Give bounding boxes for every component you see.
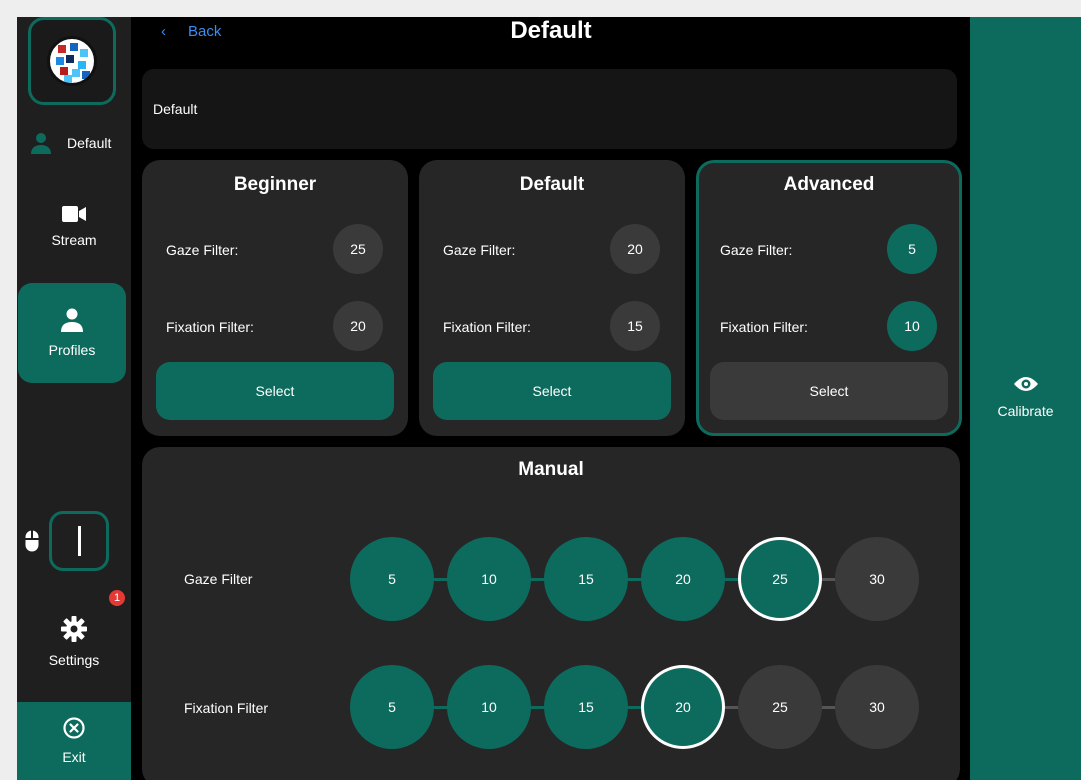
- fixation-step[interactable]: 5: [350, 665, 434, 749]
- gaze-filter-label: Gaze Filter:: [443, 242, 516, 258]
- gear-icon: [61, 616, 87, 642]
- fixation-filter-label: Fixation Filter:: [720, 319, 808, 335]
- gaze-step[interactable]: 20: [641, 537, 725, 621]
- gaze-filter-value: 20: [610, 224, 660, 274]
- fixation-step[interactable]: 10: [447, 665, 531, 749]
- fixation-filter-label: Fixation Filter: [184, 700, 269, 716]
- preset-card-advanced: Advanced Gaze Filter: 5 Fixation Filter:…: [696, 160, 962, 436]
- fixation-filter-label: Fixation Filter:: [443, 319, 531, 335]
- back-button[interactable]: ‹ Back: [161, 23, 221, 40]
- person-icon: [31, 133, 51, 154]
- current-profile-indicator: Default: [29, 131, 111, 155]
- select-button[interactable]: Select: [433, 362, 671, 420]
- fixation-step[interactable]: 25: [738, 665, 822, 749]
- gaze-step[interactable]: 5: [350, 537, 434, 621]
- back-label: Back: [188, 23, 222, 40]
- fixation-filter-value: 20: [333, 301, 383, 351]
- gaze-step[interactable]: 30: [835, 537, 919, 621]
- mouse-mode-toggle[interactable]: [49, 511, 109, 571]
- fixation-step[interactable]: 15: [544, 665, 628, 749]
- fixation-filter-label: Fixation Filter:: [166, 319, 254, 335]
- close-circle-icon: [63, 717, 85, 739]
- profile-name-field[interactable]: Default: [142, 69, 957, 149]
- manual-panel: Manual Gaze Filter 5 10 15 20 25 30 Fixa…: [142, 447, 960, 780]
- select-button[interactable]: Select: [710, 362, 948, 420]
- gaze-step[interactable]: 15: [544, 537, 628, 621]
- page-title: Default: [510, 17, 592, 44]
- gaze-filter-value: 5: [887, 224, 937, 274]
- preset-title: Beginner: [233, 174, 317, 195]
- mouse-mode-row: [25, 511, 109, 571]
- gaze-step[interactable]: 10: [447, 537, 531, 621]
- sidebar-item-profiles[interactable]: Profiles: [18, 283, 126, 383]
- fixation-filter-stepper: 5 10 15 20 25 30: [350, 665, 919, 749]
- eye-icon: [1013, 377, 1038, 391]
- calibrate-label: Calibrate: [997, 403, 1054, 419]
- gaze-filter-label: Gaze Filter:: [166, 242, 239, 258]
- fixation-filter-value: 10: [887, 301, 937, 351]
- calibrate-panel[interactable]: Calibrate: [970, 17, 1081, 780]
- sidebar-item-label: Exit: [62, 749, 86, 765]
- notification-badge: 1: [109, 590, 125, 606]
- gaze-filter-value: 25: [333, 224, 383, 274]
- preset-card-beginner: Beginner Gaze Filter: 25 Fixation Filter…: [142, 160, 408, 436]
- sidebar-item-settings[interactable]: Settings: [17, 592, 131, 692]
- select-button[interactable]: Select: [156, 362, 394, 420]
- preset-title: Default: [519, 174, 585, 195]
- mouse-icon: [25, 530, 39, 552]
- sidebar: Default Stream Profiles Settings 1 Exit: [17, 17, 131, 780]
- gaze-filter-label: Gaze Filter: [184, 571, 253, 587]
- logo-button[interactable]: [28, 17, 116, 105]
- sidebar-item-exit[interactable]: Exit: [17, 702, 131, 780]
- person-icon: [61, 308, 83, 332]
- sidebar-item-label: Stream: [51, 232, 97, 248]
- fixation-step[interactable]: 30: [835, 665, 919, 749]
- calibrate-button[interactable]: Calibrate: [970, 375, 1081, 419]
- video-camera-icon: [62, 206, 86, 222]
- sidebar-item-label: Profiles: [48, 342, 96, 358]
- gaze-filter-stepper: 5 10 15 20 25 30: [350, 537, 919, 621]
- manual-title: Manual: [518, 459, 584, 480]
- sidebar-item-stream[interactable]: Stream: [17, 192, 131, 262]
- gaze-filter-label: Gaze Filter:: [720, 242, 793, 258]
- current-profile-name: Default: [67, 135, 112, 151]
- profile-name-value: Default: [153, 101, 198, 117]
- preset-title: Advanced: [783, 174, 875, 195]
- chevron-left-icon: ‹: [161, 23, 166, 40]
- sidebar-item-label: Settings: [48, 652, 100, 668]
- fixation-filter-value: 15: [610, 301, 660, 351]
- fixation-step-selected[interactable]: 20: [641, 665, 725, 749]
- app-window: Default Stream Profiles Settings 1 Exit …: [17, 17, 1081, 780]
- gaze-step-selected[interactable]: 25: [738, 537, 822, 621]
- preset-card-default: Default Gaze Filter: 20 Fixation Filter:…: [419, 160, 685, 436]
- logo-icon: [47, 36, 97, 86]
